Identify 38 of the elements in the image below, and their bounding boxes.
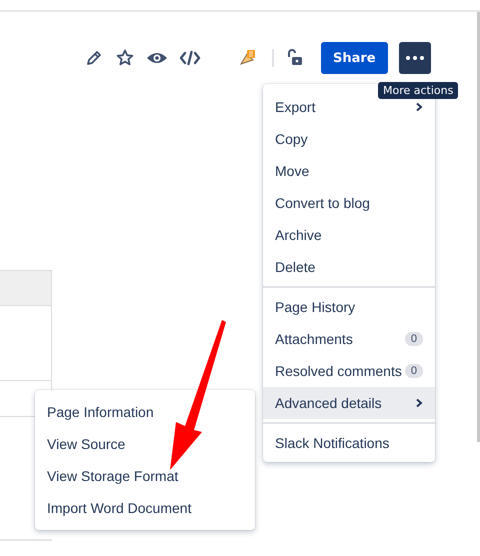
menu-item-label: Move bbox=[275, 163, 310, 179]
menu-item-label: Advanced details bbox=[275, 395, 383, 411]
menu-item[interactable]: Page Information bbox=[35, 396, 255, 428]
menu-item-label: Attachments bbox=[275, 331, 354, 347]
code-icon[interactable] bbox=[179, 48, 201, 68]
count-badge: 0 bbox=[404, 364, 423, 378]
more-icon bbox=[404, 56, 425, 60]
menu-item[interactable]: Attachments 0 bbox=[263, 323, 435, 355]
menu-item[interactable]: Delete bbox=[263, 251, 435, 283]
count-badge: 0 bbox=[404, 332, 423, 346]
menu-item-label: Convert to blog bbox=[275, 195, 371, 211]
menu-item-label: Slack Notifications bbox=[275, 435, 390, 451]
menu-item[interactable]: Copy bbox=[263, 123, 435, 155]
pencil-icon[interactable] bbox=[84, 48, 104, 68]
menu-item[interactable]: Slack Notifications bbox=[263, 427, 435, 459]
share-button[interactable]: Share bbox=[321, 42, 388, 74]
menu-item-label: Export bbox=[275, 99, 316, 115]
menu-item[interactable]: View Source bbox=[35, 428, 255, 460]
menu-item-label: Copy bbox=[275, 131, 309, 147]
menu-item-label: Delete bbox=[275, 259, 316, 275]
tooltip: More actions bbox=[378, 82, 458, 99]
chevron-right-icon bbox=[415, 102, 423, 112]
menu-item[interactable]: Convert to blog bbox=[263, 187, 435, 219]
app-icon[interactable] bbox=[238, 48, 258, 68]
menu-item-label: Resolved comments bbox=[275, 363, 403, 379]
more-actions-button[interactable] bbox=[398, 42, 431, 74]
scrollbar[interactable] bbox=[477, 12, 480, 442]
menu-item[interactable]: Page History bbox=[263, 291, 435, 323]
star-icon[interactable] bbox=[115, 48, 135, 68]
chevron-right-icon bbox=[415, 398, 423, 408]
menu-item[interactable]: Resolved comments 0 bbox=[263, 355, 435, 387]
menu-item[interactable]: View Storage Format bbox=[35, 460, 255, 492]
menu-item[interactable]: Move bbox=[263, 155, 435, 187]
menu-item-label: Archive bbox=[275, 227, 323, 243]
menu-item[interactable]: Archive bbox=[263, 219, 435, 251]
menu-item[interactable]: Import Word Document bbox=[35, 492, 255, 524]
menu-item[interactable]: Advanced details bbox=[263, 387, 435, 419]
menu-item-label: Page History bbox=[275, 299, 356, 315]
